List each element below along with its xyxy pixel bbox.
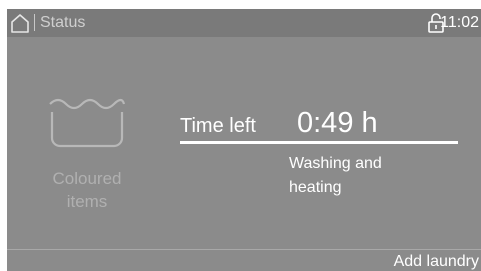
programme-name: Coloured items [27, 167, 147, 213]
status-title: Status [40, 14, 86, 31]
time-left-label: Time left [180, 115, 256, 137]
status-bar: Status 11:02 [7, 9, 481, 37]
wash-tub-icon [49, 98, 126, 148]
add-laundry-button[interactable]: Add laundry [394, 252, 479, 271]
programme-name-line2: items [66, 192, 108, 211]
phase-line1: Washing and [289, 155, 382, 172]
home-icon[interactable] [10, 13, 30, 33]
display-screen: Status 11:02 Coloured items Time left 0:… [7, 9, 481, 271]
programme-phase: Washing and heating [289, 152, 439, 200]
status-separator [34, 14, 35, 31]
bottom-divider [7, 249, 481, 250]
programme-name-line1: Coloured [52, 169, 122, 188]
time-left-value: 0:49 h [297, 107, 378, 139]
progress-bar-fill [180, 141, 458, 144]
progress-bar [180, 141, 458, 144]
clock: 11:02 [440, 14, 479, 31]
phase-line2: heating [289, 179, 342, 196]
